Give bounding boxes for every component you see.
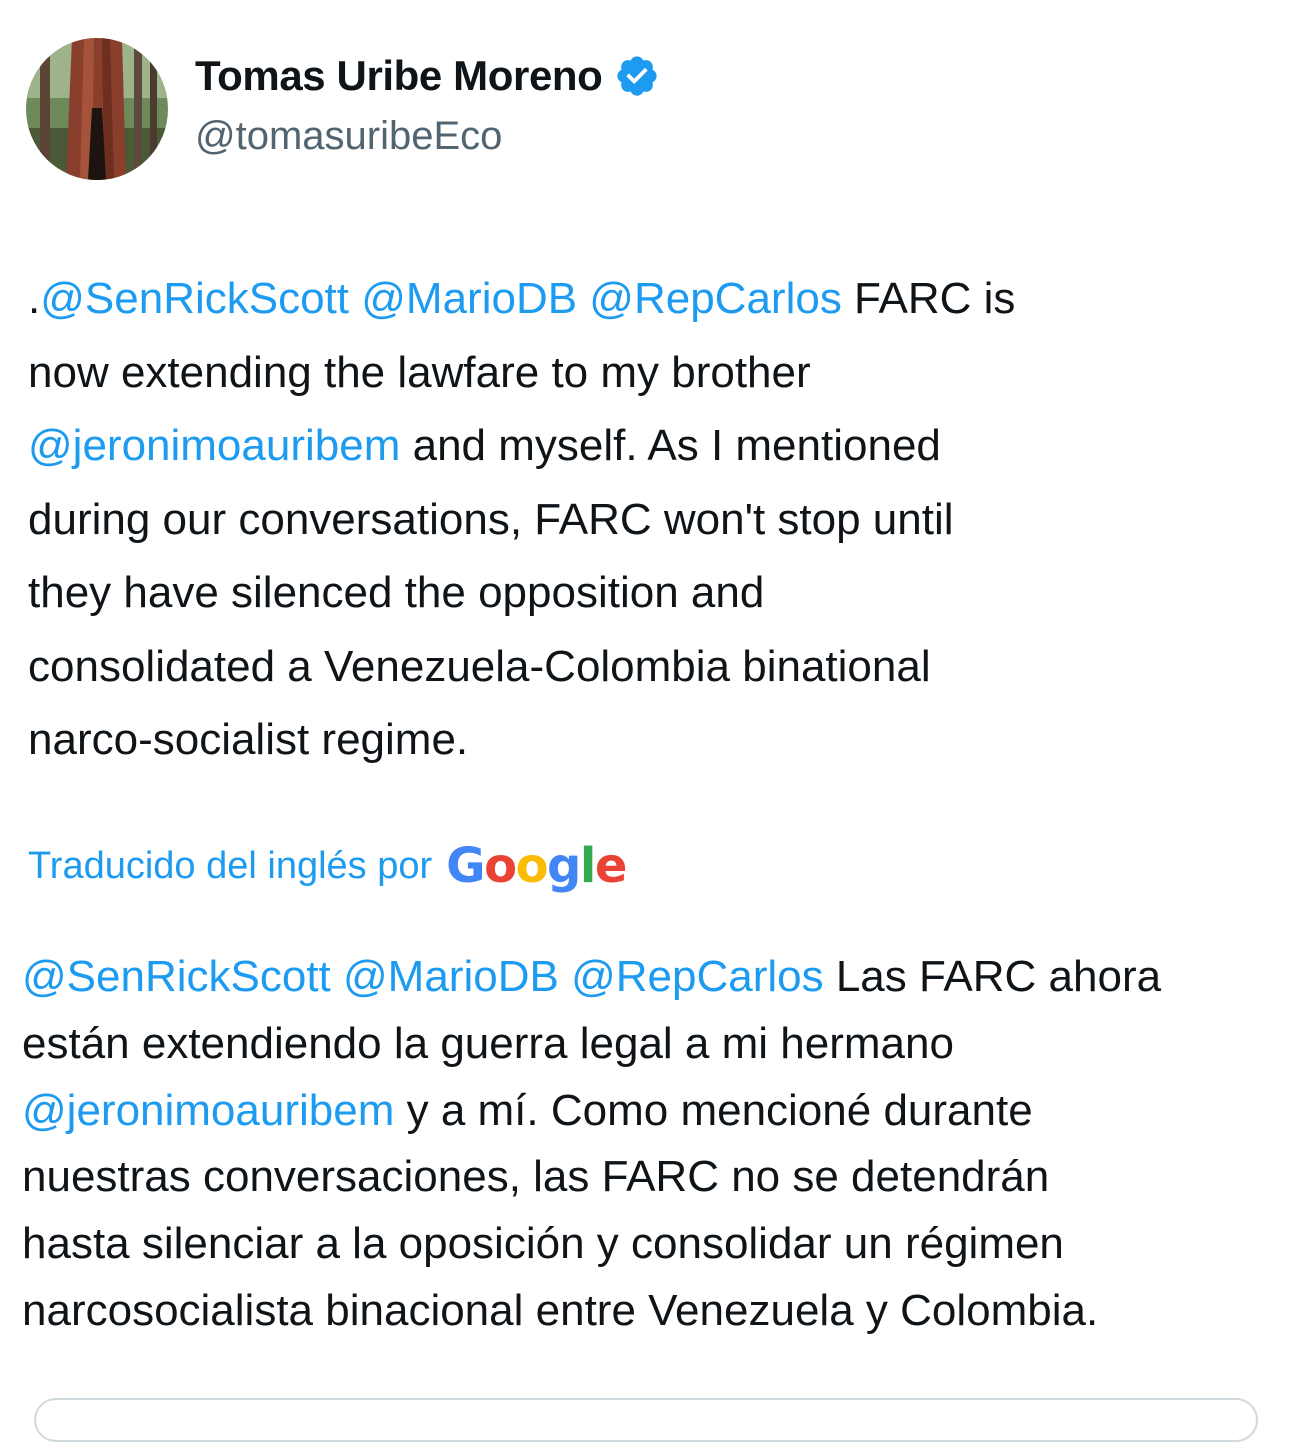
text-line: @jeronimoauribem and myself. As I mentio… — [28, 409, 1268, 483]
text-segment: nuestras conversaciones, las FARC no se … — [22, 1152, 1050, 1202]
text-segment: consolidated a Venezuela-Colombia binati… — [28, 641, 931, 691]
translated-text: @SenRickScott @MarioDB @RepCarlos Las FA… — [22, 944, 1272, 1345]
text-segment: y a mí. Como mencioné durante — [394, 1085, 1033, 1135]
tweet-text: .@SenRickScott @MarioDB @RepCarlos FARC … — [28, 262, 1268, 777]
google-logo-letter: l — [579, 838, 596, 894]
quoted-card[interactable] — [34, 1398, 1258, 1442]
translation-label: Traducido del inglés por — [28, 844, 433, 887]
text-line: @SenRickScott @MarioDB @RepCarlos Las FA… — [22, 944, 1272, 1011]
text-line: .@SenRickScott @MarioDB @RepCarlos FARC … — [28, 262, 1268, 336]
google-logo-letter: g — [547, 838, 581, 894]
text-segment: and myself. As I mentioned — [400, 421, 941, 470]
profile-avatar[interactable] — [26, 38, 168, 180]
text-segment: FARC is — [841, 274, 1016, 323]
mention-link[interactable]: @MarioDB — [361, 274, 577, 323]
google-logo: Google — [446, 842, 627, 890]
text-line: narco-socialist regime. — [28, 703, 1268, 777]
text-segment: narco-socialist regime. — [28, 715, 469, 764]
text-line: nuestras conversaciones, las FARC no se … — [22, 1144, 1272, 1211]
text-line: they have silenced the opposition and — [28, 556, 1268, 630]
text-line: @jeronimoauribem y a mí. Como mencioné d… — [22, 1078, 1272, 1145]
text-segment: hasta silenciar a la oposición y consoli… — [22, 1219, 1064, 1269]
text-segment — [331, 952, 343, 1001]
mention-link[interactable]: @MarioDB — [343, 952, 559, 1001]
author-name[interactable]: Tomas Uribe Moreno — [195, 52, 603, 100]
google-logo-letter: o — [515, 838, 549, 894]
mention-link[interactable]: @jeronimoauribem — [28, 421, 400, 470]
text-segment: now extending the lawfare to my brother — [28, 347, 811, 397]
mention-link[interactable]: @jeronimoauribem — [22, 1086, 394, 1135]
author-handle[interactable]: @tomasuribeEco — [195, 114, 502, 159]
text-line: están extendiendo la guerra legal a mi h… — [22, 1011, 1272, 1078]
text-line: now extending the lawfare to my brother — [28, 336, 1268, 410]
text-segment: during our conversations, FARC won't sto… — [28, 494, 954, 544]
google-logo-letter: G — [446, 838, 485, 894]
text-line: consolidated a Venezuela-Colombia binati… — [28, 630, 1268, 704]
redwood-tree-avatar — [26, 38, 168, 180]
mention-link[interactable]: @RepCarlos — [589, 274, 842, 323]
text-segment — [559, 952, 571, 1001]
google-logo-letter: o — [484, 838, 517, 894]
text-segment: Las FARC ahora — [823, 952, 1162, 1001]
text-segment: . — [28, 274, 41, 323]
author-name-row[interactable]: Tomas Uribe Moreno — [195, 52, 660, 100]
google-logo-letter: e — [594, 838, 628, 894]
text-line: during our conversations, FARC won't sto… — [28, 483, 1268, 557]
text-segment: narcosocialista binacional entre Venezue… — [22, 1285, 1099, 1335]
text-line: narcosocialista binacional entre Venezue… — [22, 1278, 1272, 1345]
text-segment: they have silenced the opposition and — [28, 568, 765, 617]
text-segment: están extendiendo la guerra legal a mi h… — [22, 1018, 954, 1068]
text-segment — [349, 274, 361, 323]
mention-link[interactable]: @SenRickScott — [22, 952, 331, 1001]
mention-link[interactable]: @RepCarlos — [571, 952, 824, 1001]
verified-badge-icon — [617, 56, 658, 96]
mention-link[interactable]: @SenRickScott — [40, 274, 349, 323]
text-segment — [577, 274, 589, 323]
translation-attribution[interactable]: Traducido del inglés por Google — [28, 842, 627, 890]
text-line: hasta silenciar a la oposición y consoli… — [22, 1211, 1272, 1278]
